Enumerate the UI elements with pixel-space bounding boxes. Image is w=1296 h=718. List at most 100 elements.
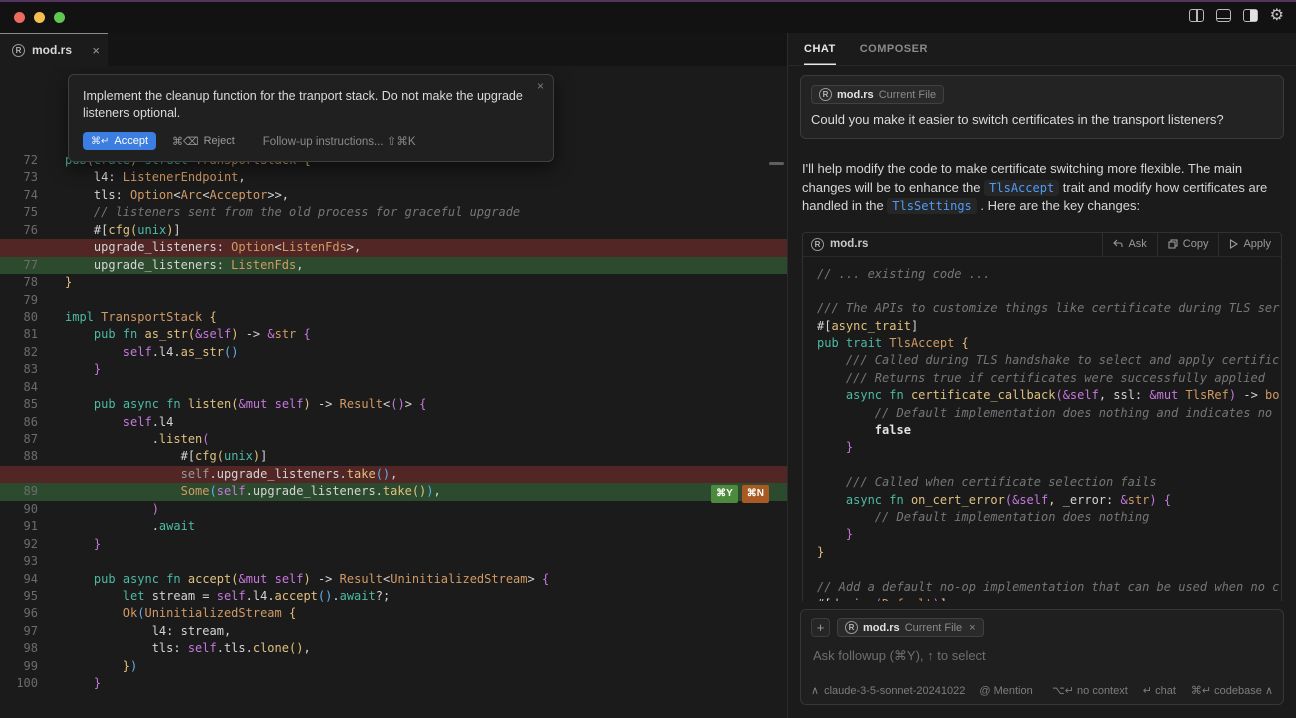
reject-button[interactable]: ⌘⌫ Reject	[172, 135, 235, 148]
current-file-badge: Current File	[879, 89, 936, 101]
chip-close-icon[interactable]: ×	[969, 622, 975, 634]
code-line	[817, 283, 1281, 300]
code-line: #[async_trait]	[817, 318, 1281, 335]
tab-mod-rs[interactable]: R mod.rs ×	[0, 33, 108, 66]
line-number: 94	[0, 571, 38, 588]
code-line: 91 .await	[0, 518, 787, 535]
code-line: 86 self.l4	[0, 414, 787, 431]
code-line: 81 pub fn as_str(&self) -> &str {	[0, 326, 787, 343]
current-file-badge: Current File	[905, 622, 962, 634]
line-number: 95	[0, 588, 38, 605]
apply-button[interactable]: Apply	[1218, 233, 1281, 256]
code-line: 76 #[cfg(unix)]	[0, 222, 787, 239]
settings-gear-icon[interactable]: ⚙	[1270, 9, 1284, 22]
line-number: 96	[0, 605, 38, 622]
line-number: 90	[0, 501, 38, 518]
chat-code-block: R mod.rs Ask Copy	[802, 232, 1282, 602]
line-number: 84	[0, 379, 38, 396]
editor-pane: R mod.rs × 72pub(crate) struct Transport…	[0, 33, 788, 718]
code-line: false	[817, 422, 1281, 439]
code-line: 74 tls: Option<Arc<Acceptor>>,	[0, 187, 787, 204]
code-line: // Default implementation does nothing a…	[817, 405, 1281, 422]
line-number: 75	[0, 204, 38, 221]
mention-button[interactable]: @ Mention	[979, 685, 1032, 697]
model-selector[interactable]: ∧ claude-3-5-sonnet-20241022	[811, 684, 965, 697]
line-number	[0, 466, 38, 483]
context-file-chip[interactable]: R mod.rs Current File	[811, 85, 944, 104]
toggle-right-sidebar-icon[interactable]	[1243, 9, 1258, 22]
code-editor[interactable]: 72pub(crate) struct TransportStack {73 l…	[0, 66, 787, 718]
add-context-button[interactable]: +	[811, 618, 830, 637]
editor-tabbar: R mod.rs ×	[0, 33, 787, 66]
close-window-button[interactable]	[14, 12, 25, 23]
rust-file-icon: R	[12, 44, 25, 57]
app-window: ⚙ R mod.rs × 72pub(crate) struct Transpo…	[0, 0, 1296, 718]
chat-input-placeholder[interactable]: Ask followup (⌘Y), ↑ to select	[813, 648, 1273, 664]
code-line: /// Called during TLS handshake to selec…	[817, 352, 1281, 369]
at-icon: @	[979, 685, 990, 697]
tab-chat[interactable]: CHAT	[804, 33, 836, 65]
rust-file-icon: R	[819, 88, 832, 101]
codebase-submit-hint[interactable]: ⌘↵ codebase ∧	[1191, 684, 1273, 697]
code-line	[817, 561, 1281, 578]
reject-kbd: ⌘⌫	[172, 135, 199, 148]
line-number: 93	[0, 553, 38, 570]
code-line: async fn certificate_callback(&self, ssl…	[817, 387, 1281, 404]
prompt-close-icon[interactable]: ×	[537, 79, 544, 93]
no-context-hint[interactable]: ⌥↵ no context	[1052, 684, 1128, 697]
split-editor-icon[interactable]	[1189, 9, 1204, 22]
play-icon	[1229, 239, 1238, 249]
line-number: 86	[0, 414, 38, 431]
line-number: 85	[0, 396, 38, 413]
accept-button[interactable]: ⌘↵ Accept	[83, 132, 156, 150]
toggle-panel-icon[interactable]	[1216, 9, 1231, 22]
code-line: 88 #[cfg(unix)]	[0, 448, 787, 465]
user-message-text: Could you make it easier to switch certi…	[811, 112, 1273, 127]
copy-icon	[1168, 239, 1178, 249]
line-number: 92	[0, 536, 38, 553]
line-number: 97	[0, 623, 38, 640]
traffic-lights	[14, 12, 65, 23]
code-line: }	[817, 526, 1281, 543]
line-number: 100	[0, 675, 38, 692]
minimize-window-button[interactable]	[34, 12, 45, 23]
zoom-window-button[interactable]	[54, 12, 65, 23]
input-context-file-chip[interactable]: R mod.rs Current File ×	[837, 618, 984, 637]
code-line: 82 self.l4.as_str()	[0, 344, 787, 361]
code-line: // Add a default no-op implementation th…	[817, 579, 1281, 596]
line-number: 88	[0, 448, 38, 465]
code-line: pub trait TlsAccept {	[817, 335, 1281, 352]
ask-arrow-icon	[1113, 239, 1123, 249]
followup-instructions[interactable]: Follow-up instructions... ⇧⌘K	[263, 134, 416, 148]
inline-code: TlsAccept	[984, 180, 1059, 196]
tab-close-icon[interactable]: ×	[92, 43, 100, 58]
editor-scrollbar-thumb[interactable]	[769, 162, 784, 165]
copy-button[interactable]: Copy	[1157, 233, 1219, 256]
user-message: R mod.rs Current File Could you make it …	[800, 75, 1284, 139]
chat-panel: CHAT COMPOSER R mod.rs Current File Coul…	[788, 33, 1296, 718]
code-block-filename: R mod.rs	[811, 233, 868, 256]
line-number: 80	[0, 309, 38, 326]
chevron-up-icon: ∧	[1265, 685, 1273, 697]
prompt-text: Implement the cleanup function for the t…	[83, 88, 539, 122]
code-line: // ... existing code ...	[817, 266, 1281, 283]
line-number: 99	[0, 658, 38, 675]
line-number: 89	[0, 483, 38, 500]
assistant-message: I'll help modify the code to make certif…	[802, 160, 1282, 216]
code-line: 73 l4: ListenerEndpoint,	[0, 169, 787, 186]
tab-composer[interactable]: COMPOSER	[860, 33, 928, 65]
code-line: 83 }	[0, 361, 787, 378]
code-line: 100 }	[0, 675, 787, 692]
code-line: /// Called when certificate selection fa…	[817, 474, 1281, 491]
line-number: 91	[0, 518, 38, 535]
rust-file-icon: R	[845, 621, 858, 634]
ask-button[interactable]: Ask	[1102, 233, 1156, 256]
code-line: 96 Ok(UninitializedStream {	[0, 605, 787, 622]
rust-file-icon: R	[811, 238, 824, 251]
chat-panel-tabs: CHAT COMPOSER	[788, 33, 1296, 66]
chevron-up-icon: ∧	[811, 684, 819, 697]
code-line: upgrade_listeners: Option<ListenFds>,	[0, 239, 787, 256]
chat-submit-hint[interactable]: ↵ chat	[1143, 684, 1176, 697]
code-line: 75 // listeners sent from the old proces…	[0, 204, 787, 221]
line-number: 76	[0, 222, 38, 239]
